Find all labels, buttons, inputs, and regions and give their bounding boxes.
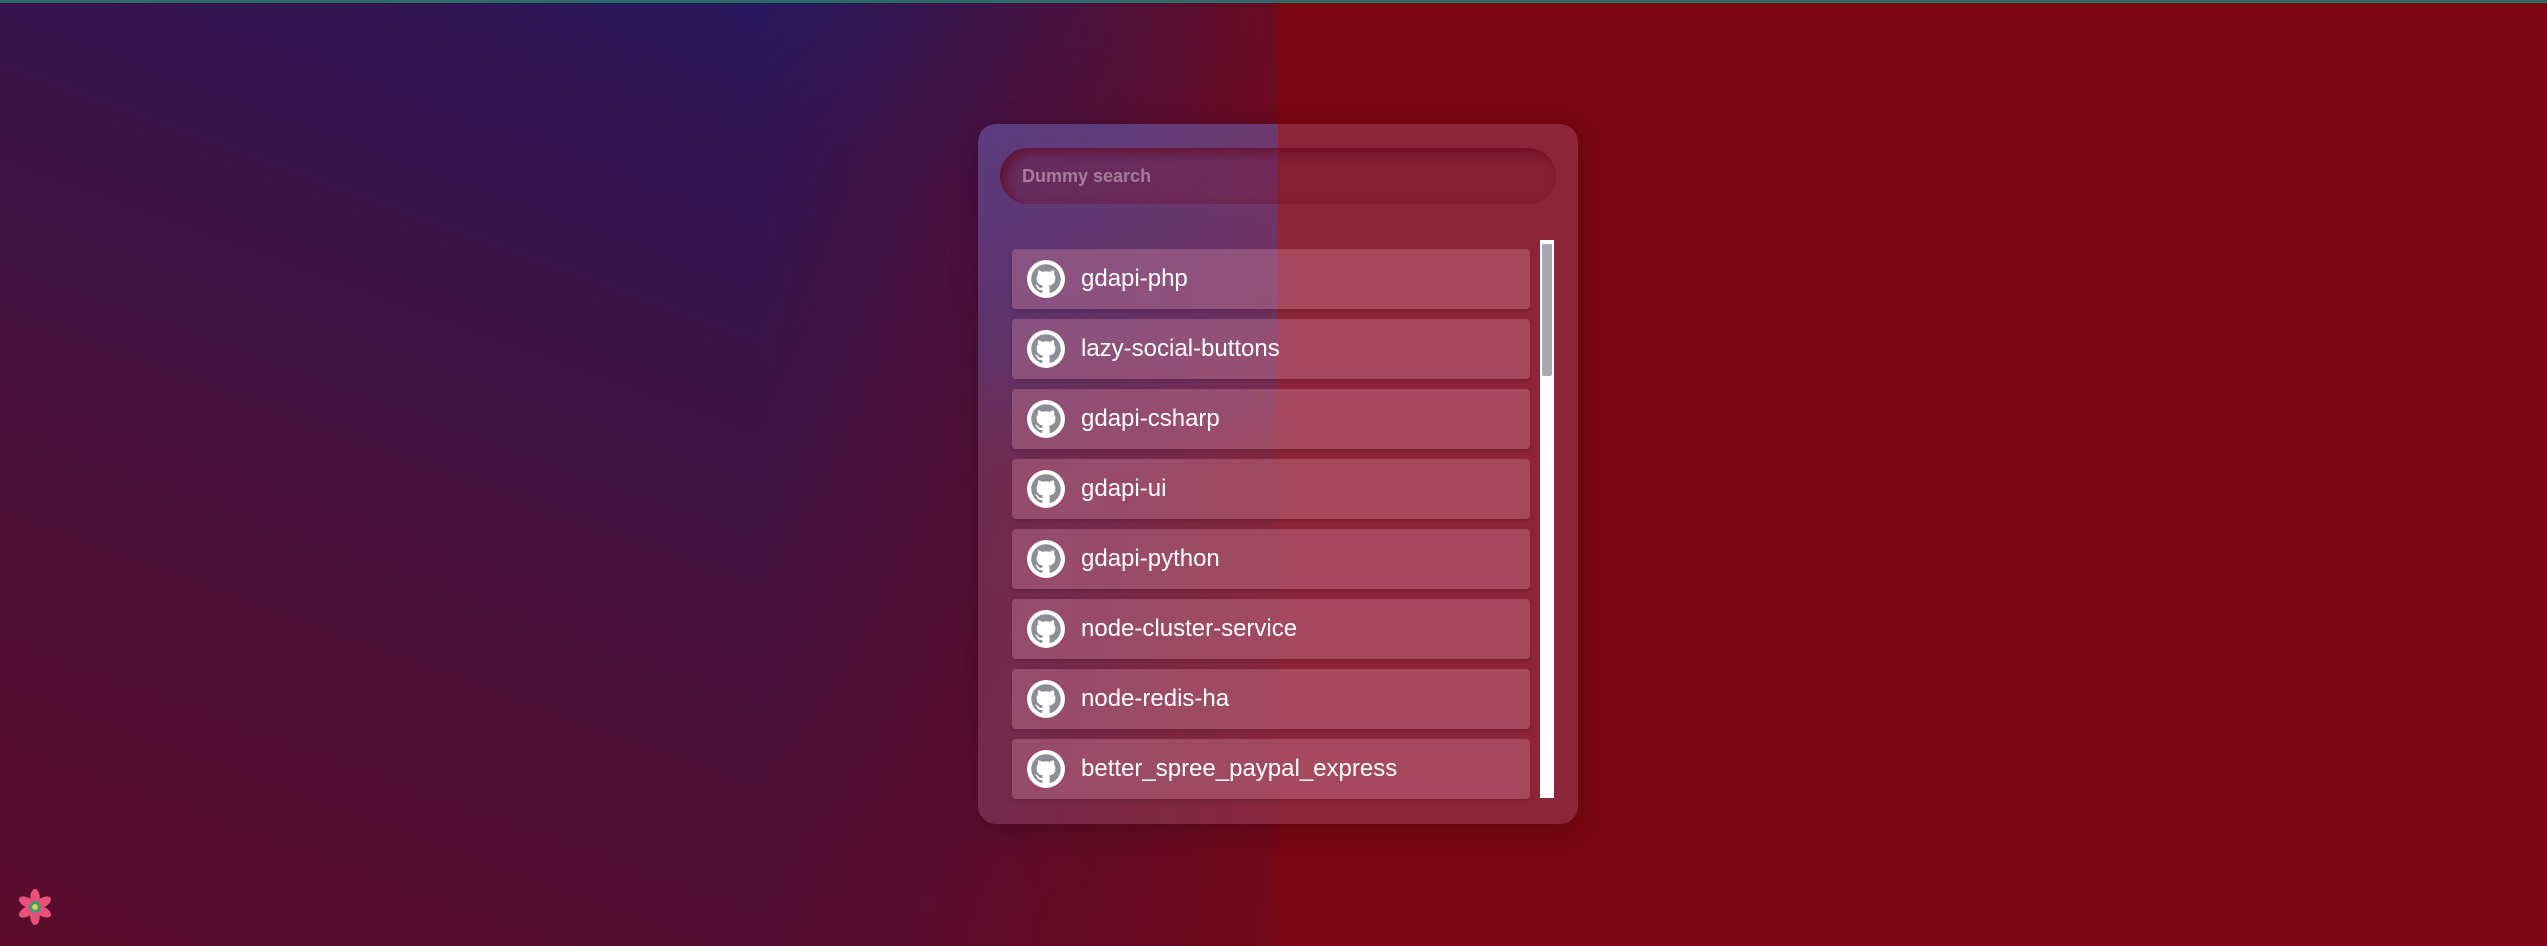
repo-name: lazy-social-buttons bbox=[1081, 335, 1280, 362]
repo-list-item[interactable]: gdapi-ui bbox=[1012, 459, 1530, 519]
repo-list-item[interactable]: gdapi-csharp bbox=[1012, 389, 1530, 449]
github-icon bbox=[1027, 470, 1065, 508]
repo-name: gdapi-csharp bbox=[1081, 405, 1220, 432]
scrollbar-thumb[interactable] bbox=[1542, 244, 1552, 376]
repo-list-item[interactable]: gdapi-python bbox=[1012, 529, 1530, 589]
repo-name: gdapi-ui bbox=[1081, 475, 1167, 502]
repo-name: better_spree_paypal_express bbox=[1081, 755, 1398, 782]
search-input[interactable] bbox=[1000, 148, 1556, 204]
github-icon bbox=[1027, 540, 1065, 578]
repo-list-item[interactable]: node-cluster-service bbox=[1012, 599, 1530, 659]
repo-name: node-redis-ha bbox=[1081, 685, 1230, 712]
repo-list-item[interactable]: gdapi-php bbox=[1012, 249, 1530, 309]
github-icon bbox=[1027, 260, 1065, 298]
github-icon bbox=[1027, 400, 1065, 438]
repo-name: gdapi-php bbox=[1081, 265, 1188, 292]
github-icon bbox=[1027, 750, 1065, 788]
repo-list-item[interactable]: node-redis-ha bbox=[1012, 669, 1530, 729]
repo-list-item[interactable]: better_spree_paypal_express bbox=[1012, 739, 1530, 799]
list-scrollbar[interactable] bbox=[1540, 240, 1554, 798]
github-icon bbox=[1027, 330, 1065, 368]
repo-name: gdapi-python bbox=[1081, 545, 1220, 572]
github-icon bbox=[1027, 680, 1065, 718]
github-icon bbox=[1027, 610, 1065, 648]
repo-name: node-cluster-service bbox=[1081, 615, 1298, 642]
repo-list-item[interactable]: lazy-social-buttons bbox=[1012, 319, 1530, 379]
repo-search-panel: gdapi-php lazy-social-buttons gdapi-csharp… bbox=[978, 124, 1578, 824]
flower-logo-icon bbox=[16, 888, 54, 926]
app-background: gdapi-php lazy-social-buttons gdapi-csharp… bbox=[0, 0, 2547, 946]
repo-list: gdapi-php lazy-social-buttons gdapi-csharp… bbox=[1012, 249, 1530, 824]
